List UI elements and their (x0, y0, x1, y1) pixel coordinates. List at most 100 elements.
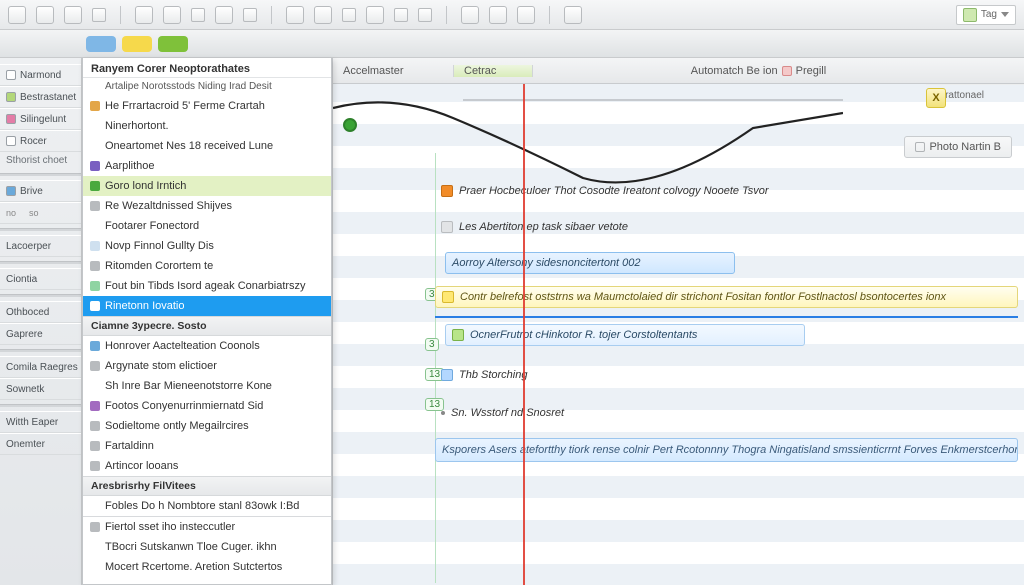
tool-icon-6[interactable] (163, 6, 181, 24)
tab[interactable]: Accelmaster (333, 65, 453, 77)
tool-icon-19[interactable] (564, 6, 582, 24)
row-label: Contr belrefost oststrns wa Maumctolaied… (460, 291, 946, 303)
screen-icon (90, 341, 100, 351)
menu-item[interactable]: He Frrartacroid 5' Ferme Crartah (83, 96, 331, 116)
menu-item[interactable]: Re Wezaltdnissed Shijves (83, 196, 331, 216)
timeline-row-selected[interactable]: OcnerFrutrot cHinkotor R. tojer Corstolt… (445, 324, 805, 346)
sidebar-sep (0, 294, 81, 297)
chevron-down-icon (1001, 12, 1009, 17)
dot-icon (90, 441, 100, 451)
scale-badge: 3 (425, 338, 439, 351)
timeline-row[interactable]: Praer Hocbeculoer Thot Cosodte Ireatont … (435, 180, 995, 202)
pin-icon (90, 522, 100, 532)
menu-item[interactable]: Fiertol sset iho insteccutler (83, 517, 331, 537)
tool-icon-17[interactable] (489, 6, 507, 24)
menu-item[interactable]: Fout bin Tibds Isord ageak Conarbiatrszy (83, 276, 331, 296)
square-icon (90, 161, 100, 171)
menu-item[interactable]: Mocert Rcertome. Aretion Sutctertos (83, 557, 331, 577)
row-label: Thb Storching (459, 369, 527, 381)
sidebar-item[interactable]: Onemter (0, 433, 81, 455)
sidebar-top[interactable]: Narmond (0, 64, 81, 86)
menu-item[interactable]: Footarer Fonectord (83, 216, 331, 236)
tool-icon-3[interactable] (64, 6, 82, 24)
tool-icon-2[interactable] (36, 6, 54, 24)
menu-item[interactable]: Ritomden Corortem te (83, 256, 331, 276)
yellow-pill[interactable] (122, 36, 152, 52)
sidebar-item[interactable]: Ciontia (0, 268, 81, 290)
tool-icon-16[interactable] (461, 6, 479, 24)
menu-item[interactable]: Argynate stom elictioer (83, 356, 331, 376)
sidebar-item[interactable]: Silingelunt (0, 108, 81, 130)
tool-icon-11[interactable] (314, 6, 332, 24)
menu-item[interactable]: Ninerhortont. (83, 116, 331, 136)
tool-icon-14[interactable] (394, 8, 408, 22)
menu-item[interactable]: Oneartomet Nes 18 received Lune (83, 136, 331, 156)
red-chip-icon (782, 66, 792, 76)
menu-item-label: Fartaldinn (105, 440, 154, 452)
playhead-line[interactable] (523, 58, 525, 585)
sidebar: Narmond Bestrastanet Silingelunt Rocer S… (0, 58, 82, 585)
sidebar-item[interactable]: Witth Eaper (0, 411, 81, 433)
sidebar-item[interactable]: Rocer (0, 130, 81, 152)
tool-icon-10[interactable] (286, 6, 304, 24)
tool-icon-12[interactable] (342, 8, 356, 22)
sidebar-small[interactable]: no so (0, 202, 81, 224)
sidebar-label: Othboced (6, 307, 49, 318)
toolbar-primary: Tag (0, 0, 1024, 30)
sidebar-item[interactable]: Brive (0, 180, 81, 202)
menu-item[interactable]: Artincor looans (83, 456, 331, 476)
tag-selector[interactable]: Tag (956, 5, 1016, 25)
timeline-row-selected[interactable]: Aorroy Altersony sidesnoncitertont 002 (445, 252, 735, 274)
tool-icon-1[interactable] (8, 6, 26, 24)
separator (271, 6, 272, 24)
menu-item-label: Mocert Rcertome. Aretion Sutctertos (105, 561, 282, 573)
tool-icon-4[interactable] (92, 8, 106, 22)
tool-icon-13[interactable] (366, 6, 384, 24)
menu-item[interactable]: Novp Finnol Gullty Dis (83, 236, 331, 256)
menu-item-label: Novp Finnol Gullty Dis (105, 240, 214, 252)
menu-item[interactable]: Fobles Do h Nombtore stanl 83owk I:Bd (83, 496, 331, 516)
timeline-row[interactable]: Thb Storching (435, 364, 675, 386)
timeline-canvas[interactable]: Accelmaster Cetrac Automatch Be ion Preg… (332, 58, 1024, 585)
doc-icon (90, 101, 100, 111)
playhead-handle[interactable] (343, 118, 357, 132)
green-pill[interactable] (158, 36, 188, 52)
sidebar-item[interactable]: Sownetk (0, 378, 81, 400)
sidebar-label: Witth Eaper (6, 417, 58, 428)
timeline-row[interactable]: Sn. Wsstorf nd Snosret (435, 402, 695, 424)
menu-item-label: Oneartomet Nes 18 received Lune (105, 140, 273, 152)
menu-item[interactable]: Sodieltome ontly Megailrcires (83, 416, 331, 436)
row-label: Praer Hocbeculoer Thot Cosodte Ireatont … (459, 185, 769, 197)
tool-icon-9[interactable] (243, 8, 257, 22)
menu-item[interactable]: Honrover Aactelteation Coonols (83, 336, 331, 356)
blue-pill[interactable] (86, 36, 116, 52)
menu-item[interactable]: Aarplithoe (83, 156, 331, 176)
menu-group: Ciamne 3ypecre. Sosto (83, 316, 331, 336)
clear-marker[interactable]: X (926, 88, 946, 108)
menu-item-selected[interactable]: Goro lond Irntich (83, 176, 331, 196)
tool-icon-7[interactable] (191, 8, 205, 22)
dropdown-menu: Ranyem Corer Neoptorathates Artalipe Nor… (82, 58, 332, 585)
menu-item[interactable]: TBocri Sutskanwn Tloe Cuger. ikhn (83, 537, 331, 557)
menu-item[interactable]: Fartaldinn (83, 436, 331, 456)
dot-icon (90, 241, 100, 251)
menu-item[interactable]: Footos Conyenurrinmiernatd Sid (83, 396, 331, 416)
tab-active[interactable]: Cetrac (453, 65, 533, 77)
bullet-icon (441, 411, 445, 415)
photo-button[interactable]: Photo Nartin B (904, 136, 1012, 158)
tool-icon-15[interactable] (418, 8, 432, 22)
menu-item[interactable]: Sh Inre Bar Mieneenotstorre Kone (83, 376, 331, 396)
menu-item-active[interactable]: Rinetonn Iovatio (83, 296, 331, 316)
tool-icon-18[interactable] (517, 6, 535, 24)
menu-item-label: He Frrartacroid 5' Ferme Crartah (105, 100, 265, 112)
sidebar-item[interactable]: Comila Raegres (0, 356, 81, 378)
sidebar-item[interactable]: Othboced (0, 301, 81, 323)
sidebar-item[interactable]: Lacoerper (0, 235, 81, 257)
sidebar-item[interactable]: Gaprere (0, 323, 81, 345)
tool-icon-5[interactable] (135, 6, 153, 24)
sidebar-item[interactable]: Bestrastanet (0, 86, 81, 108)
tool-icon-8[interactable] (215, 6, 233, 24)
star-icon (6, 70, 16, 80)
separator (120, 6, 121, 24)
timeline-row[interactable]: Les Abertiton ep task sibaer vetote (435, 216, 835, 238)
